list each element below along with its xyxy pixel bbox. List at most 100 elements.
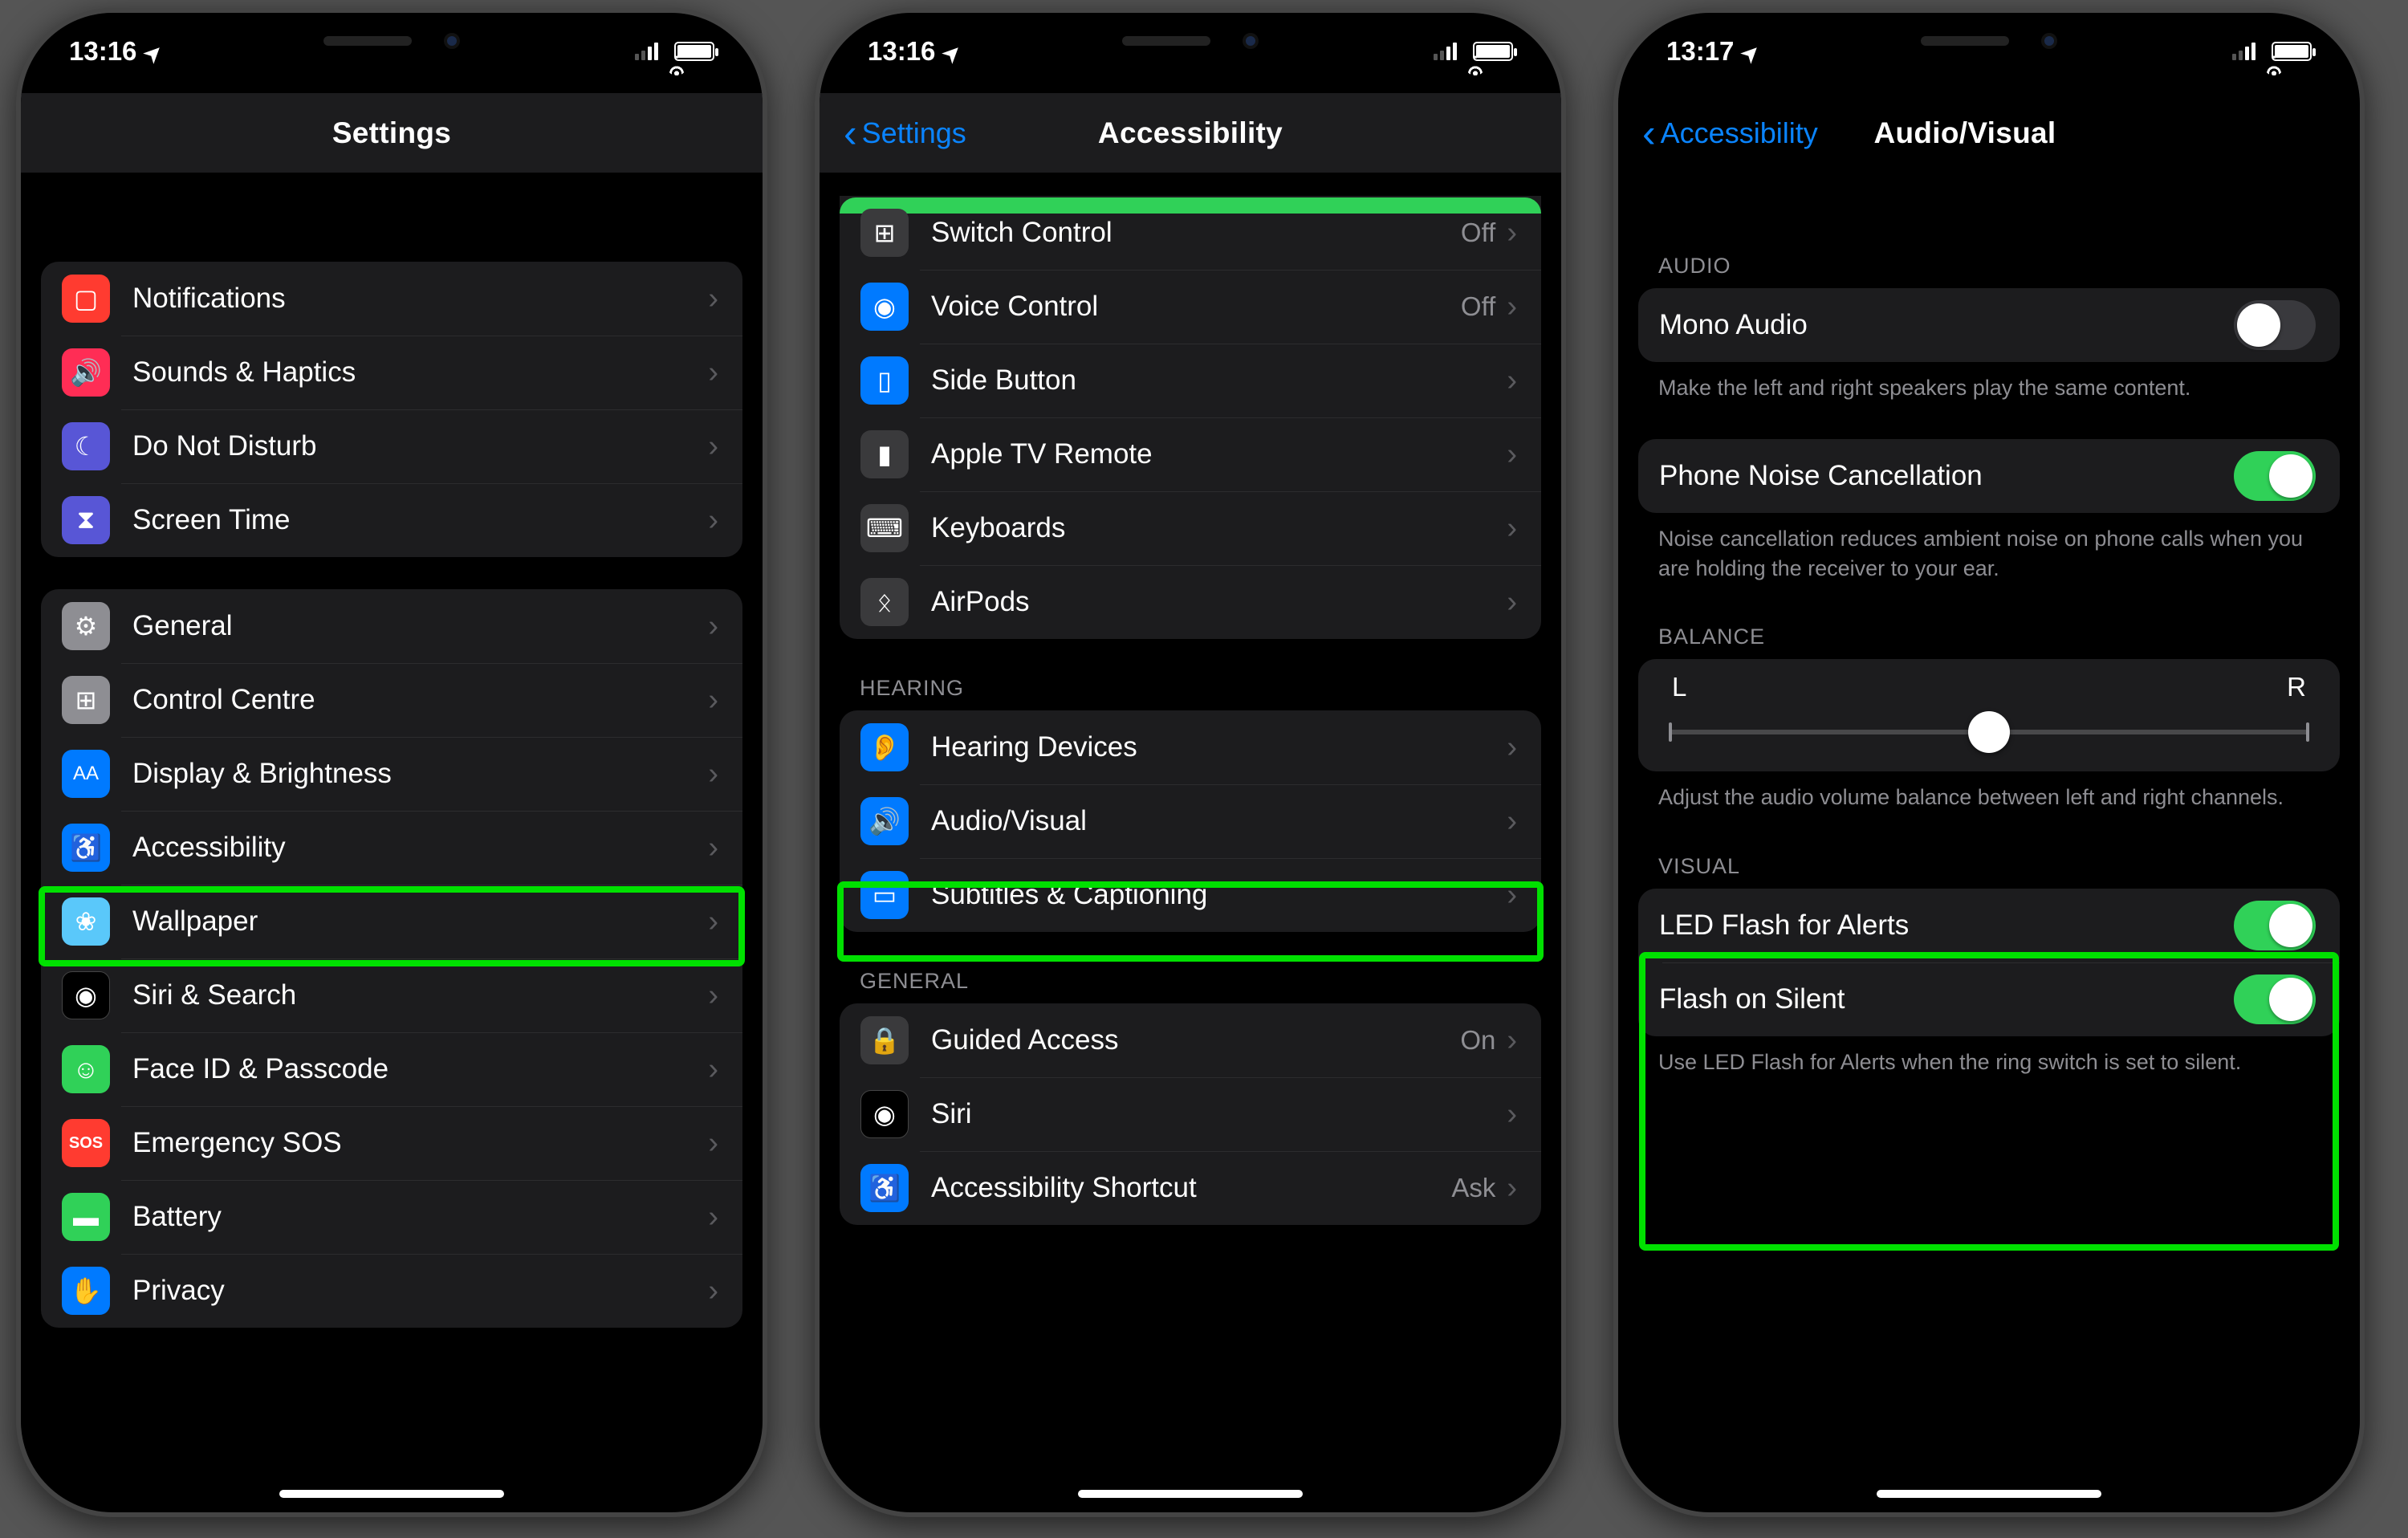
home-indicator[interactable] <box>1078 1490 1303 1498</box>
row-sounds-haptics[interactable]: 🔊Sounds & Haptics› <box>41 336 742 409</box>
nav-bar: ‹Accessibility Audio/Visual <box>1618 93 2360 173</box>
row-emergency-sos[interactable]: SOSEmergency SOS› <box>41 1106 742 1180</box>
chevron-right-icon: › <box>708 905 718 939</box>
hearing-icon: 👂 <box>860 723 909 771</box>
chevron-right-icon: › <box>708 1200 718 1235</box>
row-subtitles-captioning[interactable]: ▭Subtitles & Captioning› <box>840 858 1541 932</box>
toggle-led-flash[interactable] <box>2234 901 2316 950</box>
toggle-flash-on-silent[interactable] <box>2234 974 2316 1024</box>
row-keyboards[interactable]: ⌨Keyboards› <box>840 491 1541 565</box>
chevron-right-icon: › <box>708 356 718 390</box>
chevron-right-icon: › <box>708 757 718 791</box>
row-noise-cancellation[interactable]: Phone Noise Cancellation <box>1638 439 2340 513</box>
row-switch-control[interactable]: ⊞Switch ControlOff› <box>840 196 1541 270</box>
subtitles-icon: ▭ <box>860 871 909 919</box>
guided-access-icon: 🔒 <box>860 1016 909 1064</box>
privacy-icon: ✋ <box>62 1267 110 1315</box>
row-siri[interactable]: ◉Siri› <box>840 1077 1541 1151</box>
chevron-right-icon: › <box>1507 290 1517 324</box>
slider-knob[interactable] <box>1968 711 2010 753</box>
row-battery[interactable]: ▬Battery› <box>41 1180 742 1254</box>
row-side-button[interactable]: ▯Side Button› <box>840 344 1541 417</box>
chevron-right-icon: › <box>708 831 718 865</box>
footer-balance: Adjust the audio volume balance between … <box>1618 771 2360 816</box>
wallpaper-icon: ❀ <box>62 897 110 946</box>
display-icon: AA <box>62 750 110 798</box>
row-audio-visual[interactable]: 🔊Audio/Visual› <box>840 784 1541 858</box>
screentime-icon: ⧗ <box>62 496 110 544</box>
settings-group-2: ⚙General› ⊞Control Centre› AADisplay & B… <box>41 589 742 1328</box>
group-noise: Phone Noise Cancellation <box>1638 439 2340 513</box>
switch-control-icon: ⊞ <box>860 209 909 257</box>
row-display-brightness[interactable]: AADisplay & Brightness› <box>41 737 742 811</box>
chevron-right-icon: › <box>1507 511 1517 546</box>
status-time: 13:16 <box>868 36 935 67</box>
back-button[interactable]: ‹Accessibility <box>1642 116 1818 150</box>
row-flash-on-silent[interactable]: Flash on Silent <box>1638 962 2340 1036</box>
airpods-icon: ᛟ <box>860 578 909 626</box>
row-apple-tv-remote[interactable]: ▮Apple TV Remote› <box>840 417 1541 491</box>
siri-icon: ◉ <box>62 971 110 1019</box>
battery-icon <box>1473 42 1513 61</box>
row-notifications[interactable]: ▢Notifications› <box>41 262 742 336</box>
row-privacy[interactable]: ✋Privacy› <box>41 1254 742 1328</box>
section-header-balance: BALANCE <box>1618 588 2360 659</box>
balance-left-label: L <box>1672 672 1686 702</box>
row-control-centre[interactable]: ⊞Control Centre› <box>41 663 742 737</box>
sounds-icon: 🔊 <box>62 348 110 397</box>
chevron-right-icon: › <box>708 683 718 718</box>
balance-slider[interactable] <box>1669 730 2309 734</box>
row-screen-time[interactable]: ⧗Screen Time› <box>41 483 742 557</box>
voice-control-icon: ◉ <box>860 283 909 331</box>
cellular-icon <box>2232 43 2255 60</box>
row-guided-access[interactable]: 🔒Guided AccessOn› <box>840 1003 1541 1077</box>
accessibility-group-physical: ⊞Switch ControlOff› ◉Voice ControlOff› ▯… <box>840 196 1541 639</box>
chevron-right-icon: › <box>1507 804 1517 839</box>
chevron-right-icon: › <box>708 1126 718 1161</box>
chevron-right-icon: › <box>1507 585 1517 620</box>
row-faceid-passcode[interactable]: ☺Face ID & Passcode› <box>41 1032 742 1106</box>
footer-noise: Noise cancellation reduces ambient noise… <box>1618 513 2360 588</box>
chevron-right-icon: › <box>708 429 718 464</box>
row-voice-control[interactable]: ◉Voice ControlOff› <box>840 270 1541 344</box>
notifications-icon: ▢ <box>62 275 110 323</box>
dnd-icon: ☾ <box>62 422 110 470</box>
phone-settings: 13:16 Settings ▢Notifications› 🔊Sounds &… <box>16 8 767 1517</box>
footer-mono: Make the left and right speakers play th… <box>1618 362 2360 407</box>
phone-audio-visual: 13:17 ‹Accessibility Audio/Visual AUDIO … <box>1613 8 2365 1517</box>
chevron-right-icon: › <box>1507 1023 1517 1058</box>
row-wallpaper[interactable]: ❀Wallpaper› <box>41 885 742 958</box>
row-led-flash[interactable]: LED Flash for Alerts <box>1638 889 2340 962</box>
row-airpods[interactable]: ᛟAirPods› <box>840 565 1541 639</box>
row-accessibility[interactable]: ♿Accessibility› <box>41 811 742 885</box>
toggle-noise-cancellation[interactable] <box>2234 451 2316 501</box>
chevron-right-icon: › <box>708 1274 718 1308</box>
toggle-mono-audio[interactable] <box>2234 300 2316 350</box>
sos-icon: SOS <box>62 1119 110 1167</box>
chevron-right-icon: › <box>1507 878 1517 913</box>
remote-icon: ▮ <box>860 430 909 478</box>
chevron-right-icon: › <box>708 609 718 644</box>
location-icon <box>943 36 961 67</box>
status-time: 13:16 <box>69 36 136 67</box>
row-accessibility-shortcut[interactable]: ♿Accessibility ShortcutAsk› <box>840 1151 1541 1225</box>
group-visual: LED Flash for Alerts Flash on Silent <box>1638 889 2340 1036</box>
chevron-right-icon: › <box>1507 364 1517 398</box>
home-indicator[interactable] <box>279 1490 504 1498</box>
group-mono: Mono Audio <box>1638 288 2340 362</box>
chevron-right-icon: › <box>1507 730 1517 765</box>
page-title: Audio/Visual <box>1873 116 2056 150</box>
back-button[interactable]: ‹Settings <box>844 116 966 150</box>
row-general[interactable]: ⚙General› <box>41 589 742 663</box>
row-hearing-devices[interactable]: 👂Hearing Devices› <box>840 710 1541 784</box>
section-header-audio: AUDIO <box>1618 173 2360 288</box>
row-siri-search[interactable]: ◉Siri & Search› <box>41 958 742 1032</box>
row-do-not-disturb[interactable]: ☾Do Not Disturb› <box>41 409 742 483</box>
row-mono-audio[interactable]: Mono Audio <box>1638 288 2340 362</box>
general-icon: ⚙ <box>62 602 110 650</box>
notch <box>1018 13 1363 69</box>
nav-bar: Settings <box>21 93 763 173</box>
settings-group-1: ▢Notifications› 🔊Sounds & Haptics› ☾Do N… <box>41 262 742 557</box>
nav-bar: ‹Settings Accessibility <box>820 93 1561 173</box>
home-indicator[interactable] <box>1877 1490 2101 1498</box>
